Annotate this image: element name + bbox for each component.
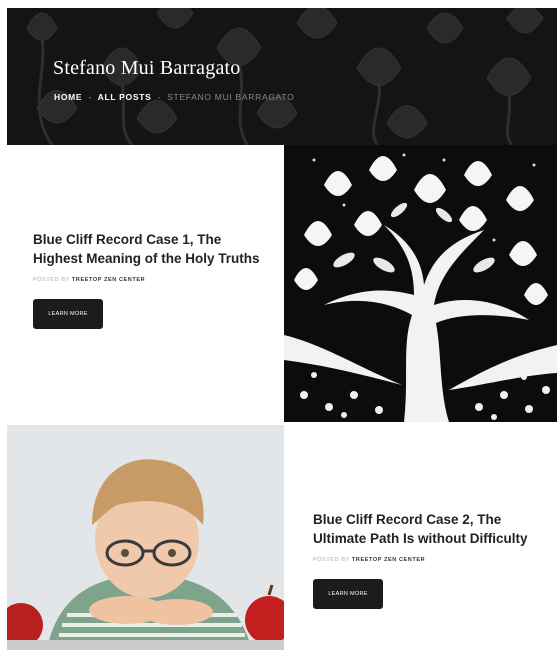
post-image-tree[interactable] [284, 145, 557, 422]
breadcrumb-separator: - [88, 92, 92, 102]
post-title[interactable]: Blue Cliff Record Case 1, The Highest Me… [33, 230, 273, 268]
posted-by-label: Posted by [313, 557, 350, 563]
post-meta: Posted by Treetop Zen Center [33, 277, 273, 283]
learn-more-button[interactable]: Learn More [33, 299, 103, 329]
post-image-boy[interactable] [7, 425, 284, 650]
posted-by-label: Posted by [33, 277, 70, 283]
breadcrumb-separator: - [157, 92, 162, 102]
site-title: Stefano Mui Barragato [53, 57, 241, 79]
post-author[interactable]: Treetop Zen Center [352, 557, 425, 563]
breadcrumb: Home - All Posts - Stefano Mui Barragato [54, 92, 294, 102]
learn-more-button[interactable]: Learn More [313, 579, 383, 609]
post-text-2: Blue Cliff Record Case 2, The Ultimate P… [313, 510, 553, 609]
breadcrumb-current: Stefano Mui Barragato [167, 92, 295, 102]
post-title[interactable]: Blue Cliff Record Case 2, The Ultimate P… [313, 510, 553, 548]
breadcrumb-all-posts[interactable]: All Posts [98, 92, 152, 102]
boy-photo [7, 425, 284, 650]
tree-illustration [284, 145, 557, 422]
post-text-1: Blue Cliff Record Case 1, The Highest Me… [33, 230, 273, 329]
breadcrumb-home[interactable]: Home [54, 92, 82, 102]
post-meta: Posted by Treetop Zen Center [313, 557, 553, 563]
header-banner: Stefano Mui Barragato Home - All Posts -… [7, 8, 557, 145]
post-author[interactable]: Treetop Zen Center [72, 277, 145, 283]
